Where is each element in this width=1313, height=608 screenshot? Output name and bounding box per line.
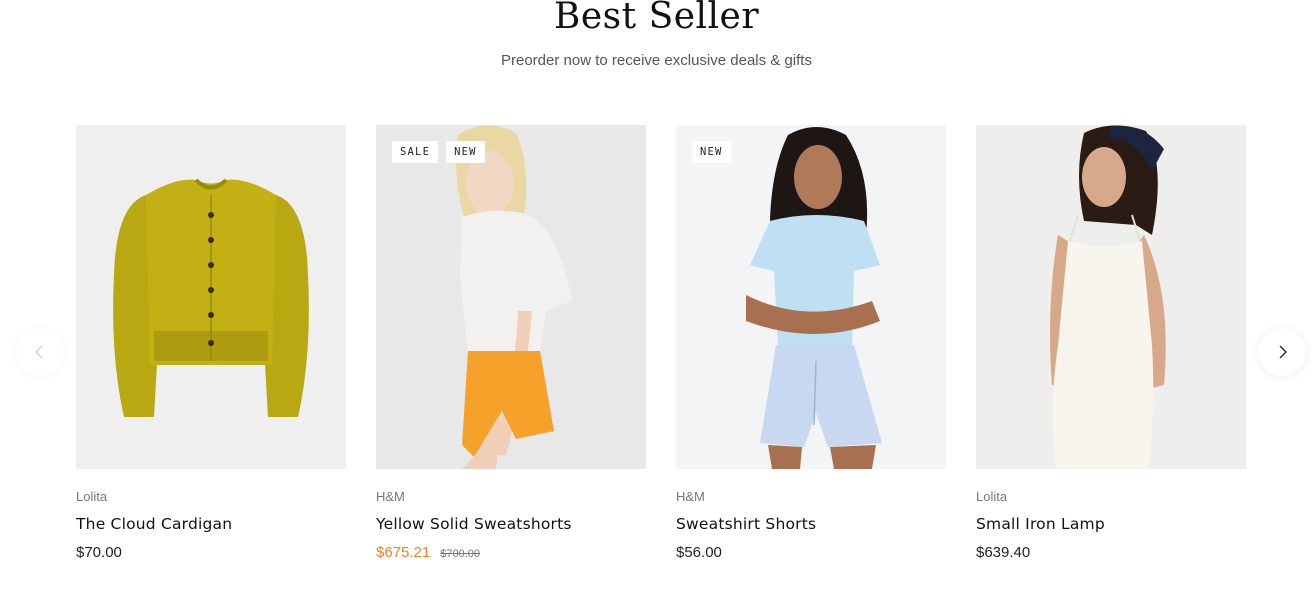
chevron-right-icon (1279, 345, 1287, 359)
product-compare-price: $700.00 (440, 548, 480, 560)
product-image[interactable] (976, 125, 1246, 469)
model-white-dress-image (976, 125, 1246, 469)
product-vendor: Lolita (76, 489, 108, 504)
product-carousel: Lolita The Cloud Cardigan $70.00 SALE NE… (76, 125, 1246, 585)
product-title[interactable]: Yellow Solid Sweatshorts (376, 515, 646, 535)
sale-badge: SALE (392, 141, 439, 163)
section-subtitle: Preorder now to receive exclusive deals … (501, 52, 812, 69)
chevron-left-icon (35, 345, 43, 359)
product-card[interactable]: Lolita The Cloud Cardigan $70.00 (76, 125, 346, 564)
product-price: $56.00 (676, 544, 722, 561)
product-price-row: $56.00 (676, 544, 946, 564)
product-price: $639.40 (976, 544, 1031, 561)
product-image[interactable] (76, 125, 346, 469)
product-price: $70.00 (76, 544, 122, 561)
product-title[interactable]: Sweatshirt Shorts (676, 515, 946, 535)
carousel-next-button[interactable] (1258, 328, 1306, 376)
product-badges: NEW (692, 141, 731, 163)
product-sale-price: $675.21 (376, 544, 431, 561)
cardigan-image (76, 125, 346, 469)
new-badge: NEW (692, 141, 731, 163)
product-price-row: $70.00 (76, 544, 346, 564)
product-vendor: H&M (676, 489, 705, 504)
product-vendor: H&M (376, 489, 405, 504)
product-title[interactable]: Small Iron Lamp (976, 515, 1246, 535)
product-image[interactable]: NEW (676, 125, 946, 469)
product-price-row: $675.21 $700.00 (376, 544, 646, 564)
product-card[interactable]: SALE NEW H&M Yellow Solid Sweatshorts $6… (376, 125, 646, 564)
product-price-row: $639.40 (976, 544, 1246, 564)
model-blue-shorts-image (676, 125, 946, 469)
product-card[interactable]: Lolita Small Iron Lamp $639.40 (976, 125, 1246, 564)
section-title: Best Seller (553, 0, 760, 37)
product-vendor: Lolita (976, 489, 1008, 504)
product-title[interactable]: The Cloud Cardigan (76, 515, 346, 535)
product-card[interactable]: NEW H&M Sweatshirt Shorts $56.00 (676, 125, 946, 564)
product-image[interactable]: SALE NEW (376, 125, 646, 469)
new-badge: NEW (446, 141, 485, 163)
carousel-prev-button[interactable] (16, 328, 64, 376)
model-orange-shorts-image (376, 125, 646, 469)
product-badges: SALE NEW (392, 141, 485, 163)
